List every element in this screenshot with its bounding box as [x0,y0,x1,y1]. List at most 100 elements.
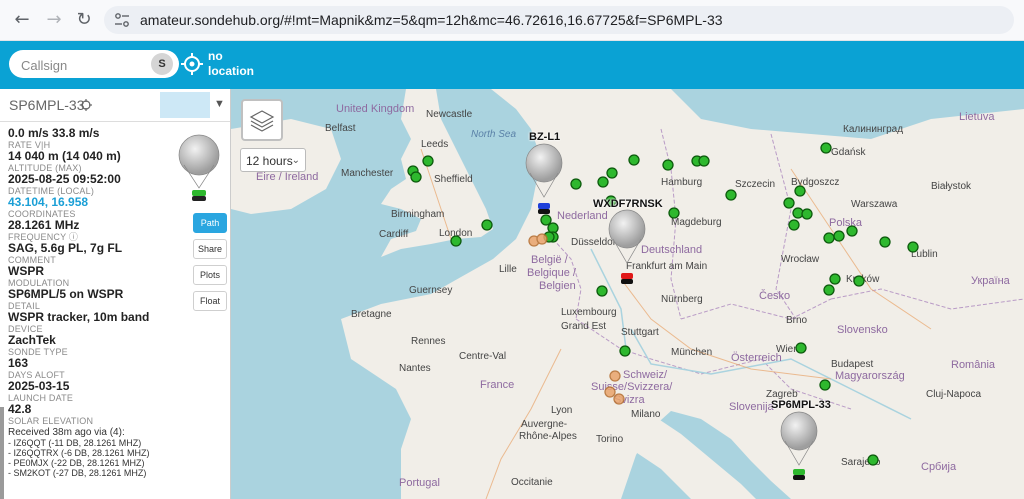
balloon-tag-bz-l1[interactable]: BZ-L1 [529,131,560,143]
balloon-tag-sp6mpl-33[interactable]: SP6MPL-33 [771,399,831,411]
detail-row: 163 DAYS ALOFT [8,356,188,381]
received-item: - IZ6QQTRX (-6 DB, 28.1261 MHZ) [8,448,150,458]
app-header: S no location [0,41,1024,89]
label-schweiz: Schweiz/ [623,369,668,381]
payload-selector[interactable]: SP6MPL-33 ▼ [0,89,230,122]
detail-label: SOLAR ELEVATION [8,416,94,426]
received-item: - IZ6QQT (-11 DB, 28.1261 MHZ) [8,438,142,448]
detail-value: 2025-08-25 09:52:00 [8,172,121,186]
label-lyon: Lyon [551,405,573,416]
target-icon[interactable] [80,99,92,111]
label-sarajevo: Sarajevo [841,457,881,468]
location-status-line2: location [208,64,255,78]
label-rhone: Rhône-Alpes [519,431,577,442]
label-belfast: Belfast [325,123,356,134]
sidebar-scrollbar[interactable] [0,407,4,499]
detail-row: 2025-08-25 09:52:00 DATETIME (LOCAL) [8,172,188,197]
label-north-sea: North Sea [471,129,517,140]
label-nurnberg: Nürnberg [661,294,703,305]
label-centre: Centre-Val [459,351,507,362]
detail-label: LAUNCH DATE [8,393,74,403]
detail-label: SONDE TYPE [8,347,68,357]
label-occitanie: Occitanie [511,477,553,488]
payload-color-swatch [160,92,210,118]
label-luxembourg: Luxembourg [561,307,617,318]
balloon-sp6mpl-33-icon[interactable] [779,411,819,499]
label-auvergne: Auvergne- [521,419,568,430]
label-krakow: Kraków [846,274,880,285]
label-magdeburg: Magdeburg [671,217,722,228]
balloon-tag-wxdf7rnsk[interactable]: WXDF7RNSK [593,198,663,210]
crosshair-location-icon[interactable] [181,53,203,75]
layers-icon [249,110,275,132]
label-nantes: Nantes [399,363,431,374]
label-magyarorszag: Magyarország [835,370,905,382]
detail-row: SAG, 5.6g PL, 7g FL COMMENT [8,242,188,266]
label-belgie: België / [531,254,568,266]
label-budapest: Budapest [831,359,874,370]
label-belgique: Belgique / [527,267,576,279]
label-birmingham: Birmingham [391,209,445,220]
label-london: London [439,228,473,239]
detail-value: 42.8 [8,402,32,416]
label-brno: Brno [786,315,808,326]
detail-row: WSPR MODULATION [8,264,188,289]
detail-value: WSPR [8,264,44,278]
reload-icon[interactable]: ↻ [72,8,96,32]
callsign-search: S [9,50,179,78]
label-sheffield: Sheffield [434,174,473,185]
site-info-icon[interactable] [114,12,130,28]
label-france: France [480,379,515,391]
label-newcastle: Newcastle [426,109,473,120]
label-manchester: Manchester [341,168,394,179]
layers-button[interactable] [241,99,283,141]
forward-arrow-icon[interactable]: → [42,8,66,32]
label-grand-est: Grand Est [561,321,607,332]
label-cesko: Česko [759,290,791,302]
label-lublin: Lublin [911,249,938,260]
back-arrow-icon[interactable]: ← [10,8,34,32]
label-cardiff: Cardiff [379,229,409,240]
payload-details: 0.0 m/s 33.8 m/s RATE V|H 14 040 m (14 040… [8,126,188,479]
label-wien: Wien [776,344,799,355]
location-status-line1: no [208,49,223,63]
time-range-select[interactable]: 12 hours ⌄ [240,148,306,172]
label-united-kingdom: United Kingdom [336,103,415,115]
chevron-down-icon[interactable]: ▼ [214,98,225,110]
detail-value: 14 040 m (14 040 m) [8,149,121,163]
detail-row: 14 040 m (14 040 m) ALTITUDE (MAX) [8,149,188,174]
address-bar[interactable]: amateur.sondehub.org/#!mt=Mapnik&mz=5&qm… [104,6,1014,34]
chevron-down-icon: ⌄ [291,155,300,166]
label-romania: România [951,359,996,371]
label-cluj: Cluj-Napoca [926,389,982,400]
plots-button[interactable]: Plots [193,265,227,285]
balloon-wxdf7rnsk-icon[interactable] [607,209,647,297]
label-nederland: Nederland [557,210,608,222]
share-button[interactable]: Share [193,239,227,259]
selected-payload-name: SP6MPL-33 [9,97,85,113]
detail-row: WSPR tracker, 10m band DEVICE [8,311,188,335]
label-belgien: Belgien [539,280,576,292]
detail-value: 0.0 m/s 33.8 m/s [8,126,100,140]
detail-value: 163 [8,356,29,370]
float-button[interactable]: Float [193,291,227,311]
balloon-bz-l1-icon[interactable] [524,143,564,239]
label-hamburg: Hamburg [661,177,703,188]
label-milano: Milano [631,409,661,420]
detail-value: 2025-03-15 [8,379,70,393]
location-status: no location [208,49,268,79]
payload-sidebar: SP6MPL-33 ▼ 0.0 m/s 33.8 m/s RATE V|H 14 0… [0,89,231,499]
search-button[interactable]: S [151,53,173,75]
label-lietuva: Lietuva [959,111,995,123]
map-view[interactable]: United Kingdom Éire / Ireland Nederland … [231,89,1024,499]
label-lille: Lille [499,264,517,275]
callsign-input[interactable] [19,54,153,76]
detail-row: 43.104, 16.958 COORDINATES [8,196,188,220]
detail-value[interactable]: 43.104, 16.958 [8,196,188,209]
balloon-icon [178,134,220,201]
label-slovensko: Slovensko [837,324,888,336]
label-polska: Polska [829,217,863,229]
path-button[interactable]: Path [193,213,227,233]
label-warszawa: Warszawa [851,199,898,210]
label-munchen: München [671,347,713,358]
